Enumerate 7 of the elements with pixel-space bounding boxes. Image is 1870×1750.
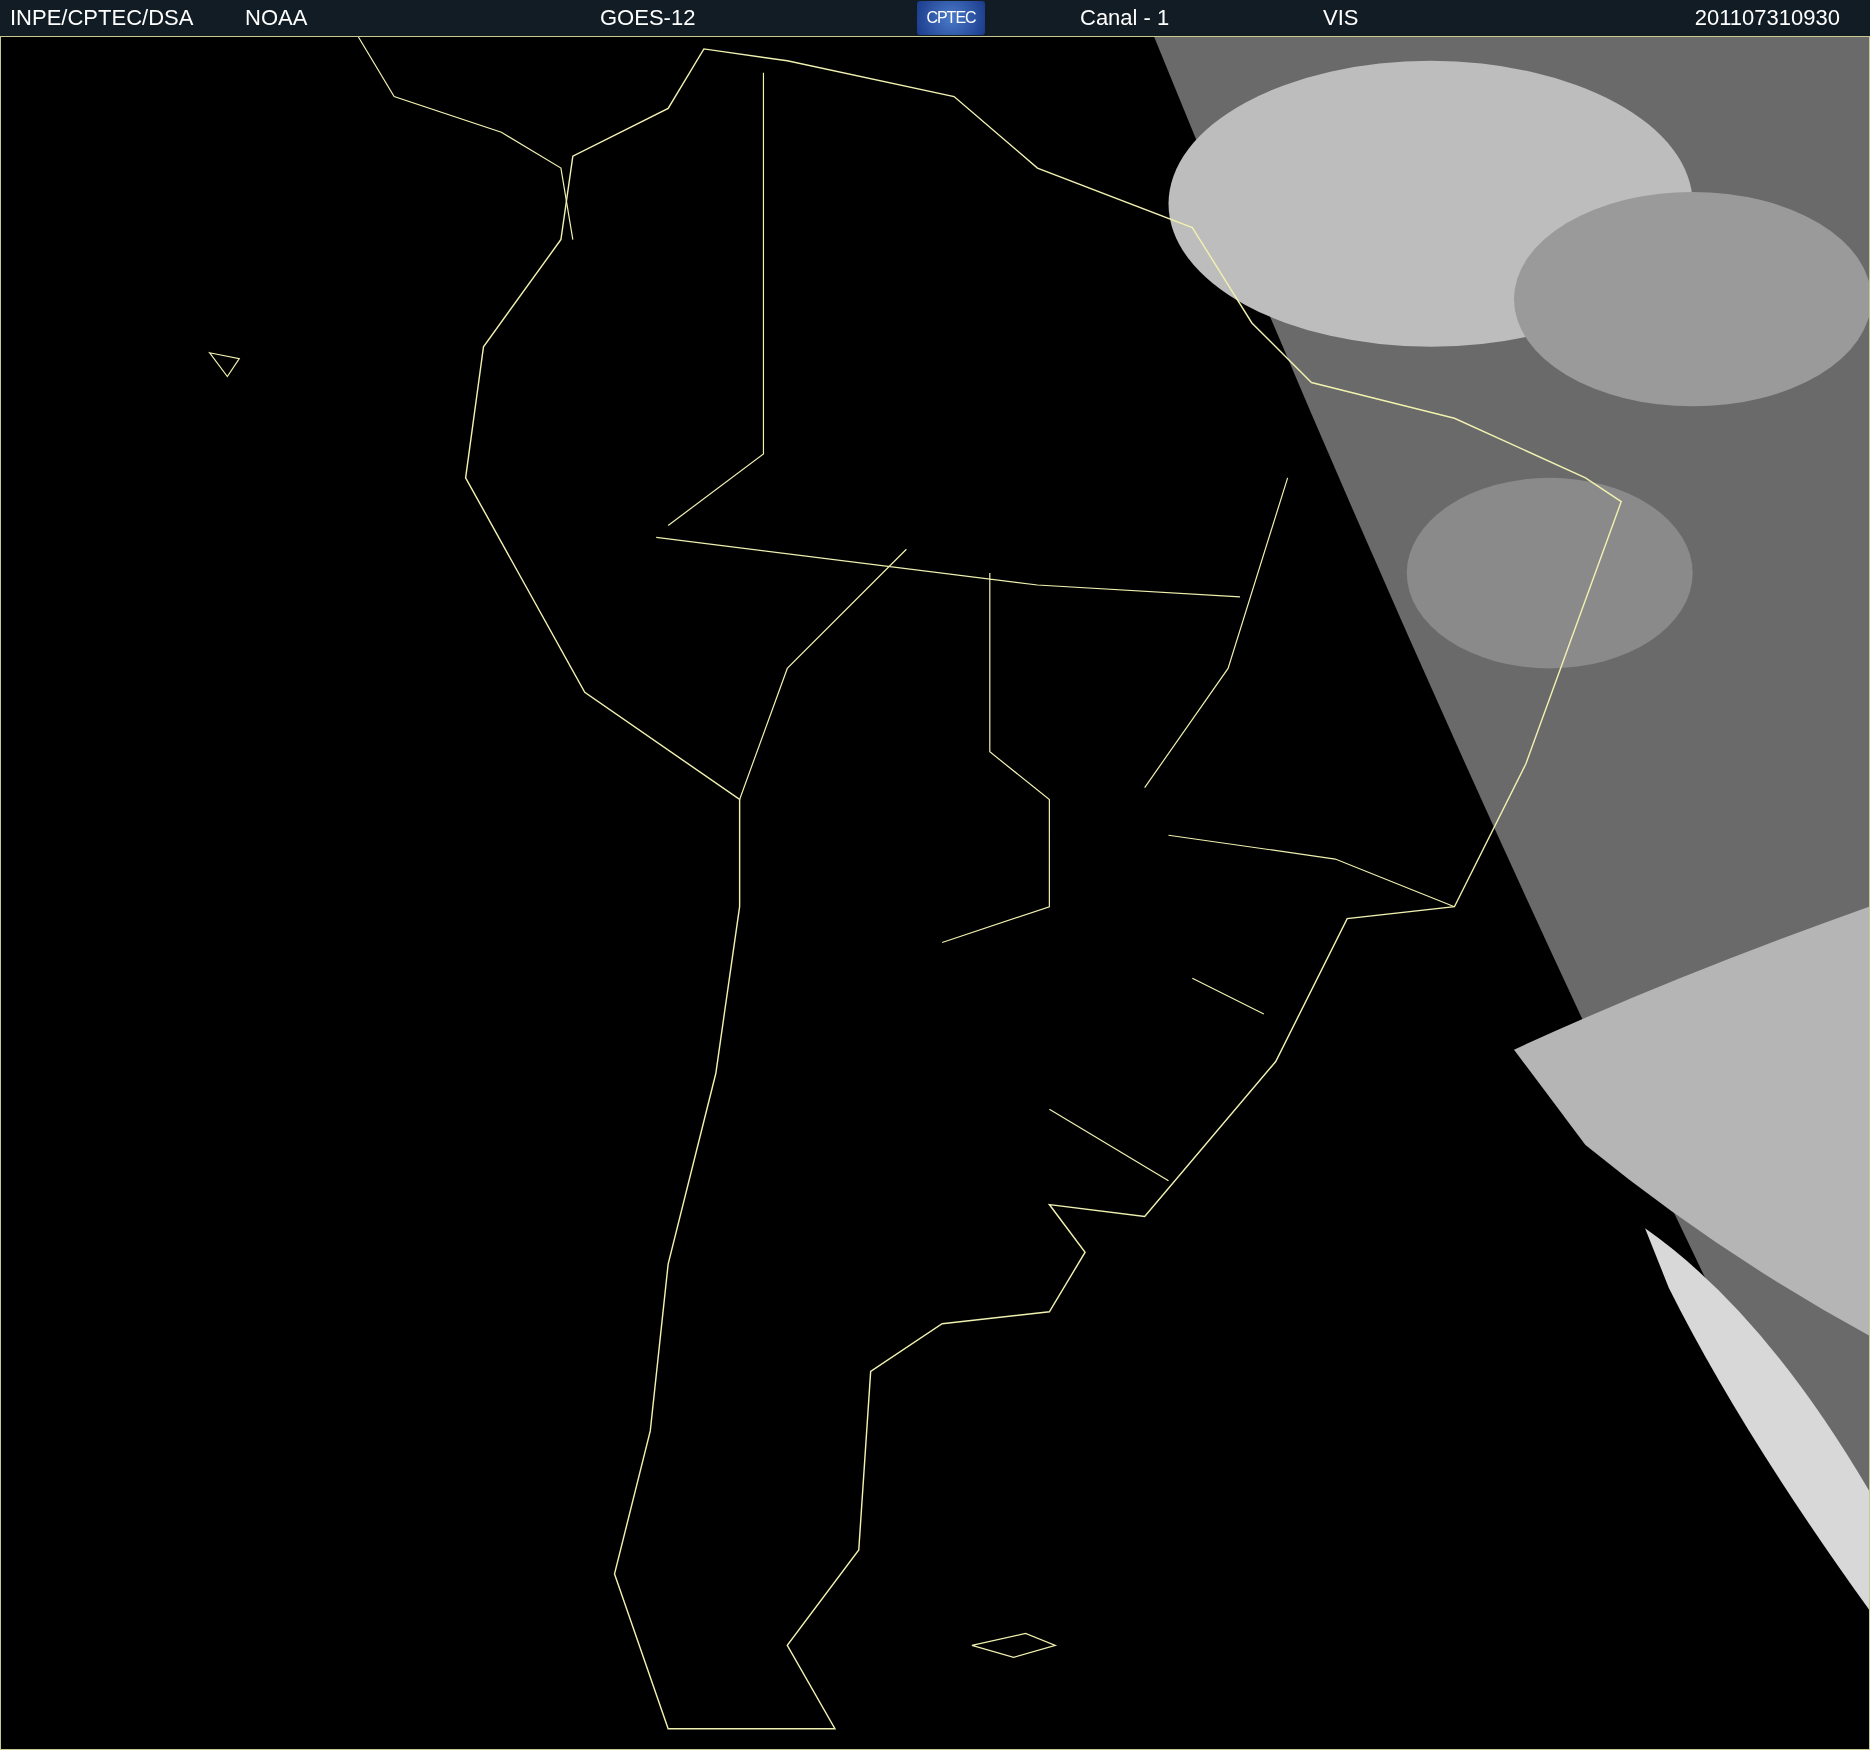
timestamp-label: 201107310930 [1694,5,1840,31]
agency-label: NOAA [245,5,308,31]
channel-label: Canal - 1 [1080,5,1170,31]
satellite-label: GOES-12 [600,5,696,31]
band-label: VIS [1323,5,1359,31]
source-label: INPE/CPTEC/DSA [10,5,194,31]
logo: CPTEC [917,1,985,35]
